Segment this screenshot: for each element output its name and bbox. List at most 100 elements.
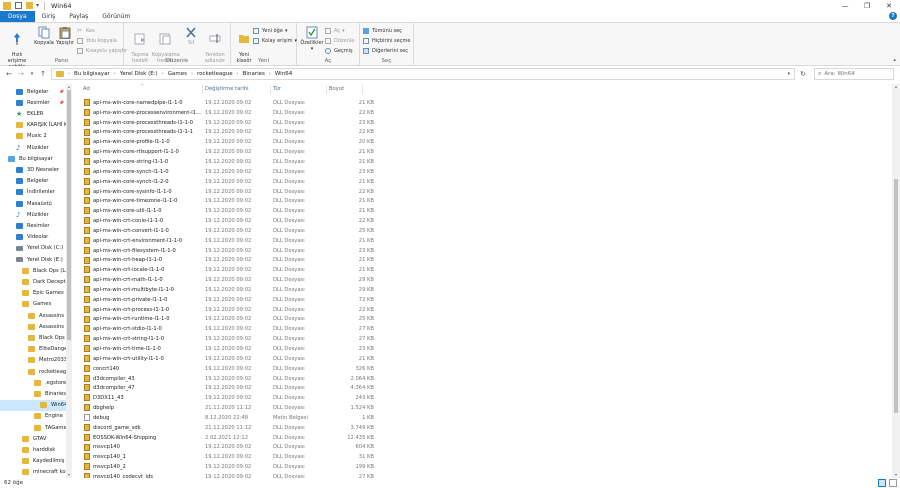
- column-header-name[interactable]: Ad: [83, 86, 90, 92]
- table-row[interactable]: api-ms-win-crt-time-l1-1-0 19.12.2020 09:…: [78, 344, 378, 354]
- new-item-button[interactable]: Yeni öğe ▾: [253, 26, 287, 35]
- tab-home[interactable]: Giriş: [35, 11, 63, 22]
- nav-item[interactable]: Assassins Cre: [0, 321, 66, 332]
- pin-icon[interactable]: 📌: [59, 89, 64, 94]
- nav-item[interactable]: .egstore: [0, 377, 66, 388]
- column-divider[interactable]: [270, 85, 271, 94]
- close-button[interactable]: ✕: [878, 0, 900, 11]
- paste-button[interactable]: Yapıştır: [54, 26, 76, 46]
- table-row[interactable]: api-ms-win-core-sysinfo-l1-1-0 19.12.2020…: [78, 187, 378, 197]
- address-bar[interactable]: › Bu bilgisayar › Yerel Disk (E:) › Game…: [51, 68, 795, 80]
- table-row[interactable]: api-ms-win-crt-private-l1-1-0 19.12.2020 …: [78, 295, 378, 305]
- nav-item[interactable]: Belgeler 📌: [0, 86, 66, 97]
- table-row[interactable]: api-ms-win-crt-math-l1-1-0 19.12.2020 09:…: [78, 275, 378, 285]
- table-row[interactable]: api-ms-win-core-rtlsupport-l1-1-0 19.12.2…: [78, 147, 378, 157]
- up-button[interactable]: ↑: [38, 69, 48, 79]
- paste-shortcut-button[interactable]: Kısayolu yapıştır: [77, 46, 127, 55]
- table-row[interactable]: api-ms-win-crt-multibyte-l1-1-0 19.12.202…: [78, 285, 378, 295]
- table-row[interactable]: discord_game_sdk 21.11.2020 11:12 DLL Dosy…: [78, 423, 378, 433]
- table-row[interactable]: msvcp140_2 19.12.2020 09:02 DLL Dosyası 199…: [78, 462, 378, 472]
- nav-item[interactable]: Engine: [0, 411, 66, 422]
- nav-item[interactable]: Yerel Disk (E:): [0, 254, 66, 265]
- nav-item[interactable]: Videolar: [0, 232, 66, 243]
- table-row[interactable]: api-ms-win-core-synch-l1-2-0 19.12.2020 0…: [78, 177, 378, 187]
- breadcrumb-separator-icon[interactable]: ›: [162, 71, 164, 77]
- breadcrumb-games[interactable]: Games: [168, 71, 187, 77]
- nav-item[interactable]: İndirilenler: [0, 187, 66, 198]
- nav-item[interactable]: TAGame: [0, 422, 66, 433]
- nav-item[interactable]: Dark Deception: [0, 276, 66, 287]
- nav-item[interactable]: Binaries: [0, 388, 66, 399]
- table-row[interactable]: dbghelp 21.11.2020 11:12 DLL Dosyası 1.524 …: [78, 403, 378, 413]
- nav-item[interactable]: Games: [0, 299, 66, 310]
- breadcrumb-binaries[interactable]: Binaries: [243, 71, 265, 77]
- table-row[interactable]: api-ms-win-crt-runtime-l1-1-0 19.12.2020 …: [78, 315, 378, 325]
- column-header-date[interactable]: Değiştirme tarihi: [205, 86, 249, 92]
- table-row[interactable]: d3dcompiler_43 19.12.2020 09:02 DLL Dosyas…: [78, 374, 378, 384]
- nav-item[interactable]: Black Ops (LA: [0, 332, 66, 343]
- nav-item[interactable]: Bu bilgisayar: [0, 153, 66, 164]
- table-row[interactable]: EOSSDK-Win64-Shipping 2.02.2021 12:12 DLL …: [78, 433, 378, 443]
- breadcrumb-separator-icon[interactable]: ›: [114, 71, 116, 77]
- nav-item[interactable]: Black Ops (LAP: [0, 265, 66, 276]
- edit-button[interactable]: Düzenle: [325, 36, 354, 45]
- new-folder-quick-icon[interactable]: [26, 2, 33, 9]
- select-all-button[interactable]: Tümünü seç: [363, 26, 402, 35]
- select-none-button[interactable]: Hiçbirini seçme: [363, 36, 410, 45]
- breadcrumb-separator-icon[interactable]: ›: [191, 71, 193, 77]
- nav-item[interactable]: Masaüstü: [0, 198, 66, 209]
- nav-item[interactable]: Assassins Cre: [0, 310, 66, 321]
- history-button[interactable]: Geçmiş: [325, 46, 353, 55]
- copy-path-button[interactable]: Yolu kopyala: [77, 36, 117, 45]
- minimize-button[interactable]: —: [834, 0, 856, 11]
- cut-button[interactable]: ✂ Kes: [77, 26, 95, 35]
- table-row[interactable]: api-ms-win-crt-conio-l1-1-0 19.12.2020 09…: [78, 216, 378, 226]
- breadcrumb-this-pc[interactable]: Bu bilgisayar: [74, 71, 110, 77]
- file-list-scrollbar[interactable]: ▴ ▾: [892, 84, 900, 478]
- nav-item[interactable]: Resimler 📌: [0, 97, 66, 108]
- table-row[interactable]: d3dcompiler_47 19.12.2020 09:02 DLL Dosyas…: [78, 383, 378, 393]
- table-row[interactable]: api-ms-win-core-synch-l1-1-0 19.12.2020 0…: [78, 167, 378, 177]
- recent-locations-button[interactable]: ▾: [27, 69, 37, 79]
- nav-item[interactable]: Win64: [0, 399, 66, 411]
- large-icons-view-button[interactable]: [889, 479, 897, 487]
- nav-item[interactable]: harddisk: [0, 444, 66, 455]
- nav-item[interactable]: rocketleague: [0, 366, 66, 377]
- table-row[interactable]: api-ms-win-crt-stdio-l1-1-0 19.12.2020 09…: [78, 324, 378, 334]
- maximize-button[interactable]: ❐: [856, 0, 878, 11]
- navigation-scrollbar[interactable]: ▴ ▾: [66, 84, 72, 478]
- table-row[interactable]: msvcp140_1 19.12.2020 09:02 DLL Dosyası 31 …: [78, 452, 378, 462]
- search-input[interactable]: [824, 71, 885, 77]
- collapse-ribbon-icon[interactable]: ▴: [893, 57, 896, 63]
- table-row[interactable]: msvcp140 19.12.2020 09:02 DLL Dosyası 604 K…: [78, 443, 378, 453]
- table-row[interactable]: api-ms-win-crt-heap-l1-1-0 19.12.2020 09:…: [78, 256, 378, 266]
- table-row[interactable]: api-ms-win-crt-environment-l1-1-0 19.12.2…: [78, 236, 378, 246]
- table-row[interactable]: api-ms-win-core-processenvironment-l1...…: [78, 108, 378, 118]
- nav-item[interactable]: 3D Nesneler: [0, 164, 66, 175]
- breadcrumb-drive-e[interactable]: Yerel Disk (E:): [120, 71, 158, 77]
- table-row[interactable]: api-ms-win-core-processthreads-l1-1-0 19.…: [78, 118, 378, 128]
- open-button[interactable]: Aç ▾: [325, 26, 345, 35]
- breadcrumb-separator-icon[interactable]: ›: [237, 71, 239, 77]
- properties-quick-icon[interactable]: [15, 2, 22, 9]
- table-row[interactable]: api-ms-win-crt-string-l1-1-0 19.12.2020 0…: [78, 334, 378, 344]
- tab-file[interactable]: Dosya: [0, 11, 35, 22]
- column-divider[interactable]: [362, 85, 363, 94]
- delete-button[interactable]: Sil: [182, 26, 200, 46]
- easy-access-button[interactable]: Kolay erişim ▾: [253, 36, 297, 45]
- column-header-type[interactable]: Tür: [273, 86, 281, 92]
- nav-item[interactable]: ♪ Müzikler: [0, 209, 66, 220]
- search-box[interactable]: ⌕: [814, 68, 894, 80]
- quick-access-dropdown-icon[interactable]: ▾: [36, 2, 39, 9]
- invert-selection-button[interactable]: Diğerlerini seç: [363, 46, 408, 55]
- nav-item[interactable]: Resimler: [0, 220, 66, 231]
- details-view-button[interactable]: [878, 479, 886, 487]
- nav-item[interactable]: Yerel Disk (C:): [0, 243, 66, 254]
- nav-item[interactable]: Epic Games: [0, 288, 66, 299]
- forward-button[interactable]: →: [16, 69, 26, 79]
- breadcrumb-rocketleague[interactable]: rocketleague: [197, 71, 233, 77]
- nav-item[interactable]: Belgeler: [0, 176, 66, 187]
- table-row[interactable]: D3DX11_43 19.12.2020 09:02 DLL Dosyası 243 …: [78, 393, 378, 403]
- table-row[interactable]: api-ms-win-crt-locale-l1-1-0 19.12.2020 0…: [78, 265, 378, 275]
- nav-item[interactable]: EliteDangerou: [0, 344, 66, 355]
